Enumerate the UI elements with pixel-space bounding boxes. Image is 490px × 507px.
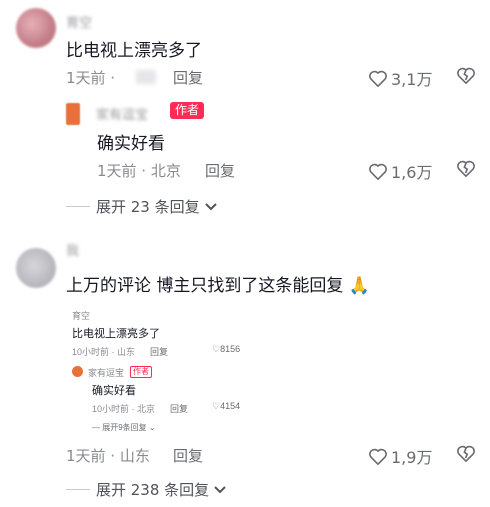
embedded-screenshot: 育空 比电视上漂亮多了 10小时前 · 山东 回复 ♡8156 家有逗宝 作者 … [64,301,254,441]
comment1-text: 比电视上漂亮多了 [66,41,202,61]
comment2-text-content: 上万的评论 博主只找到了这条能回复 [66,276,344,296]
chevron-down-icon [214,485,226,493]
comment2-reply-button[interactable]: 回复 [173,445,203,466]
reply1-like-count: 1,6万 [391,163,433,182]
shot-reply-like: ♡4154 [212,401,240,412]
chevron-down-icon [204,202,217,210]
comment2-like-count: 1,9万 [391,448,433,467]
comment2-username[interactable]: 我 [66,240,79,259]
shot-reply-text: 确实好看 [92,385,136,397]
reply1-meta: 1天前 · 北京 [97,162,181,180]
expand-replies-button[interactable]: 展开 23 条回复 [66,196,218,217]
comment1-meta: 1天前 · [66,69,116,87]
shot-reply-reply-button: 回复 [170,404,189,414]
shot-meta: 10小时前 · 山东 [72,347,136,357]
comment1-avatar[interactable] [16,8,56,48]
praying-hands-emoji: 🙏 [348,276,370,296]
comment2-dislike-button[interactable] [456,444,476,466]
comment1-reply-button[interactable]: 回复 [173,67,203,88]
reply1-dislike-button[interactable] [456,159,476,181]
shot-username: 育空 [72,311,91,321]
comment1-username[interactable]: 育空 [66,12,92,31]
shot-reply-avatar [72,366,83,377]
broken-heart-icon [457,160,475,177]
heart-icon [369,448,387,465]
comment1-location-blur [136,70,156,84]
divider [66,489,90,490]
comment2-avatar[interactable] [16,248,56,288]
shot-expand-label: 展开9条回复 [102,423,147,432]
shot-expand: — 展开9条回复 ⌄ [92,423,156,432]
heart-icon [369,163,387,180]
reply1-text: 确实好看 [97,134,165,154]
shot-comment-text: 比电视上漂亮多了 [72,328,160,340]
reply1-like-button[interactable]: 1,6万 [368,159,432,183]
heart-icon: ♡ [212,401,221,411]
expand-replies-label-2: 展开 238 条回复 [96,481,210,499]
shot-author-badge: 作者 [130,366,152,378]
shot-reply-button: 回复 [150,347,169,357]
shot-reply-like-count: 4154 [220,401,241,411]
divider [66,206,90,207]
expand-replies-label: 展开 23 条回复 [96,198,200,216]
comment2-meta: 1天前 · 山东 [66,447,150,465]
shot-reply-username: 家有逗宝 [88,368,125,378]
shot-like: ♡8156 [212,344,240,355]
comment1-dislike-button[interactable] [456,66,476,88]
heart-icon [369,70,387,87]
reply1-reply-button[interactable]: 回复 [205,160,235,181]
author-badge: 作者 [170,102,205,119]
reply1-avatar[interactable] [66,103,80,125]
comment1-like-button[interactable]: 3,1万 [368,66,432,90]
shot-reply-meta: 10小时前 · 北京 [92,404,156,414]
comment2-like-button[interactable]: 1,9万 [368,444,432,468]
comment1-like-count: 3,1万 [391,70,433,89]
broken-heart-icon [457,67,475,84]
shot-like-count: 8156 [220,344,241,354]
reply1-username[interactable]: 家有逗宝 [96,104,148,123]
expand-replies-button-2[interactable]: 展开 238 条回复 [66,479,227,500]
broken-heart-icon [457,445,475,462]
heart-icon: ♡ [212,344,221,354]
comment2-text: 上万的评论 博主只找到了这条能回复 🙏 [66,271,370,296]
